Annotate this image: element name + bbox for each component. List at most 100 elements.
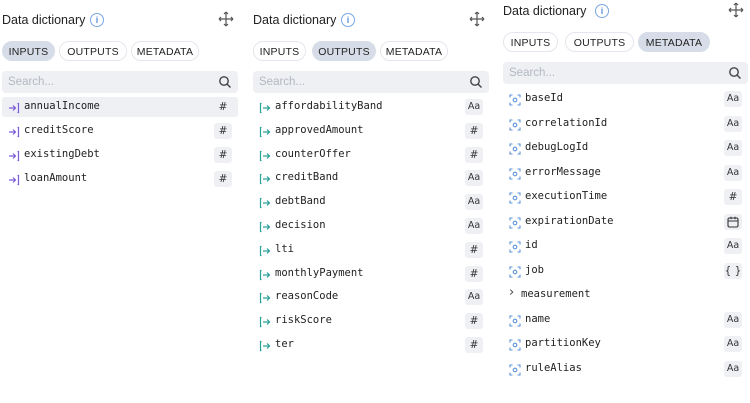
type-badge: Aa: [724, 336, 742, 352]
calendar-icon: [724, 213, 742, 230]
chevron-right-icon[interactable]: ›: [509, 285, 514, 300]
field-group-label: measurement: [521, 288, 591, 300]
field-row[interactable]: id Aa: [503, 236, 748, 256]
type-badge: Aa: [465, 289, 483, 306]
type-badge: #: [724, 189, 742, 205]
tab-inputs[interactable]: INPUTS: [2, 41, 55, 61]
field-name: baseId: [525, 92, 563, 104]
field-name: job: [525, 263, 544, 276]
field-row[interactable]: counterOffer #: [253, 145, 489, 165]
field-row[interactable]: creditScore #: [2, 121, 238, 141]
search-icon[interactable]: [728, 66, 742, 80]
type-badge: Aa: [465, 99, 483, 115]
field-row[interactable]: annualIncome #: [2, 97, 238, 117]
move-icon[interactable]: [469, 11, 485, 27]
data-dictionary-panel-metadata: Data dictionary i INPUTS OUTPUTS METADAT…: [501, 0, 748, 403]
field-name: creditScore: [24, 124, 94, 136]
search-input[interactable]: [259, 71, 439, 93]
field-row[interactable]: reasonCode Aa: [253, 287, 489, 307]
output-icon: [259, 315, 271, 328]
metadata-icon: [509, 191, 521, 204]
metadata-icon: [509, 167, 521, 180]
field-name: ruleAlias: [525, 361, 582, 374]
search-input[interactable]: [509, 62, 689, 84]
tab-outputs[interactable]: OUTPUTS: [565, 32, 634, 52]
type-badge: #: [465, 313, 483, 330]
type-badge: #: [214, 123, 232, 139]
data-dictionary-panel-inputs: Data dictionary i INPUTS OUTPUTS METADAT…: [0, 0, 238, 403]
field-row[interactable]: debtBand Aa: [253, 192, 489, 212]
field-row[interactable]: correlationId Aa: [503, 114, 748, 134]
metadata-icon: [509, 338, 521, 351]
field-row[interactable]: errorMessage Aa: [503, 163, 748, 183]
metadata-icon: [509, 240, 521, 253]
output-icon: [259, 149, 271, 161]
input-icon: [8, 173, 20, 186]
tab-outputs[interactable]: OUTPUTS: [312, 41, 376, 61]
info-icon[interactable]: i: [595, 4, 609, 18]
type-badge: Aa: [724, 164, 742, 181]
field-name: debugLogId: [525, 141, 589, 153]
field-row[interactable]: name Aa: [503, 310, 748, 330]
field-name: creditBand: [275, 171, 339, 184]
field-row[interactable]: expirationDate: [503, 212, 748, 232]
search-box: [253, 71, 489, 93]
field-name: monthlyPayment: [275, 266, 364, 279]
type-badge: Aa: [724, 115, 742, 132]
type-badge: Aa: [724, 311, 742, 328]
field-row[interactable]: executionTime #: [503, 187, 748, 207]
field-row[interactable]: ter #: [253, 335, 489, 355]
type-badge: #: [465, 265, 483, 282]
field-name: approvedAmount: [275, 123, 364, 136]
search-icon[interactable]: [469, 75, 483, 89]
field-name: existingDebt: [24, 148, 100, 160]
field-row[interactable]: › measurement: [503, 285, 748, 305]
field-row[interactable]: affordabilityBand Aa: [253, 97, 489, 117]
type-badge: Aa: [724, 91, 742, 107]
field-name: partitionKey: [525, 337, 601, 349]
field-row[interactable]: existingDebt #: [2, 145, 238, 165]
field-row[interactable]: baseId Aa: [503, 89, 748, 109]
metadata-icon: [509, 216, 521, 229]
field-row[interactable]: monthlyPayment #: [253, 264, 489, 284]
tab-metadata[interactable]: METADATA: [638, 32, 710, 52]
type-badge: #: [465, 122, 483, 139]
search-input[interactable]: [8, 71, 188, 93]
field-row[interactable]: partitionKey Aa: [503, 334, 748, 354]
field-row[interactable]: approvedAmount #: [253, 121, 489, 141]
field-row[interactable]: creditBand Aa: [253, 168, 489, 188]
panel-title: Data dictionary: [253, 13, 337, 27]
type-badge: Aa: [724, 360, 742, 377]
field-name: name: [525, 312, 551, 325]
tab-metadata[interactable]: METADATA: [131, 41, 199, 61]
field-row[interactable]: job { }: [503, 261, 748, 281]
output-icon: [259, 196, 271, 209]
tab-inputs[interactable]: INPUTS: [503, 32, 558, 52]
tab-outputs[interactable]: OUTPUTS: [59, 41, 127, 61]
type-badge: #: [465, 337, 483, 353]
info-icon[interactable]: i: [341, 13, 355, 27]
search-box: [2, 71, 238, 93]
field-name: decision: [275, 219, 326, 231]
tab-inputs[interactable]: INPUTS: [253, 41, 306, 61]
type-badge: Aa: [465, 194, 483, 211]
panel-header: Data dictionary i: [503, 1, 748, 23]
search-icon[interactable]: [218, 75, 232, 89]
field-row[interactable]: decision Aa: [253, 216, 489, 236]
metadata-icon: [509, 118, 521, 131]
field-row[interactable]: ruleAlias Aa: [503, 359, 748, 379]
tab-metadata[interactable]: METADATA: [380, 41, 448, 61]
field-row[interactable]: debugLogId Aa: [503, 138, 748, 158]
field-name: ter: [275, 338, 294, 350]
output-icon: [259, 291, 271, 304]
input-icon: [8, 125, 20, 138]
field-row[interactable]: riskScore #: [253, 311, 489, 331]
move-icon[interactable]: [728, 2, 744, 18]
field-name: debtBand: [275, 195, 326, 208]
field-name: correlationId: [525, 116, 608, 129]
field-row[interactable]: lti #: [253, 240, 489, 260]
move-icon[interactable]: [218, 11, 234, 27]
field-row[interactable]: loanAmount #: [2, 169, 238, 189]
info-icon[interactable]: i: [90, 13, 104, 27]
field-name: reasonCode: [275, 290, 339, 303]
